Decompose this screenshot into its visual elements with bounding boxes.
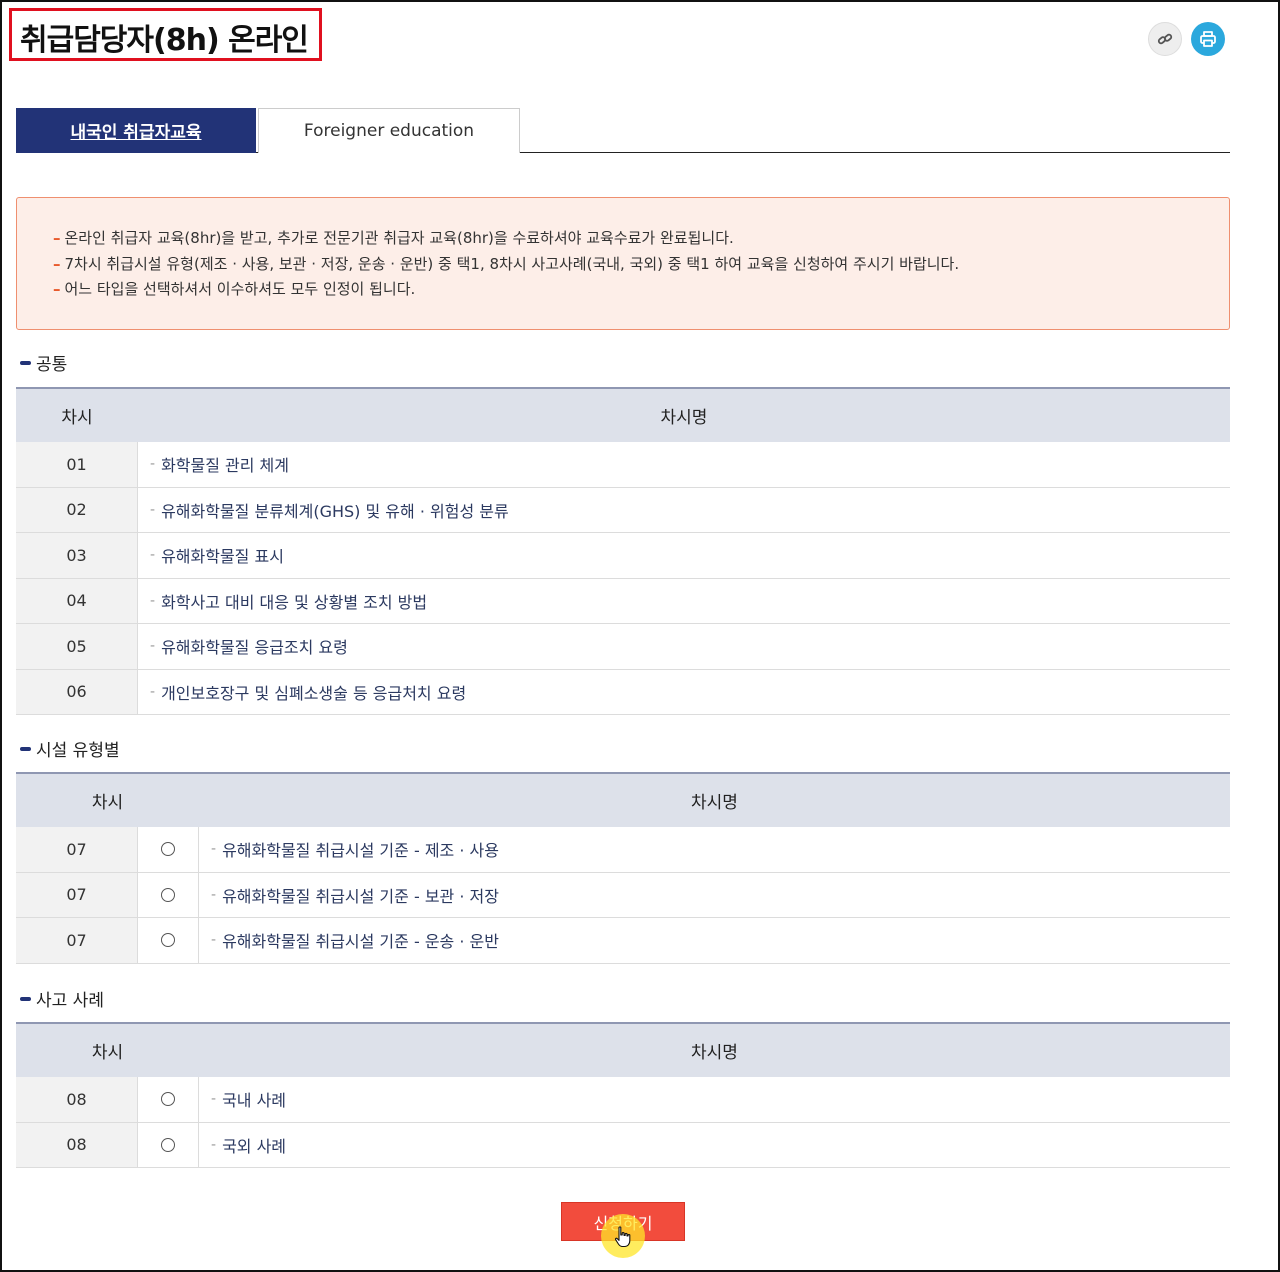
- section-bullet-icon: [20, 746, 31, 751]
- section-title-common: 공통: [20, 350, 67, 375]
- radio-manufacture-use[interactable]: [161, 842, 175, 857]
- radio-cell: [138, 872, 199, 917]
- table-row: 07 - 유해화학물질 취급시설 기준 - 제조 · 사용: [16, 827, 1230, 873]
- section-bullet-icon: [20, 360, 31, 365]
- session-name: - 유해화학물질 취급시설 기준 - 보관 · 저장: [211, 886, 499, 906]
- session-number: 08: [16, 1077, 138, 1122]
- table-row: 05 - 유해화학물질 응급조치 요령: [16, 624, 1230, 670]
- table-row: 01 - 화학물질 관리 체계: [16, 442, 1230, 488]
- accident-table: 차시 차시명 08 - 국내 사례 08 - 국외 사례: [16, 1022, 1230, 1168]
- table-row: 08 - 국외 사례: [16, 1122, 1230, 1168]
- session-name: - 유해화학물질 분류체계(GHS) 및 유해 · 위험성 분류: [150, 501, 509, 521]
- session-number: 03: [16, 533, 138, 578]
- table-row: 02 - 유해화학물질 분류체계(GHS) 및 유해 · 위험성 분류: [16, 487, 1230, 533]
- table-header: 차시 차시명: [16, 1024, 1230, 1077]
- session-number: 07: [16, 872, 138, 917]
- column-header-session-name: 차시명: [691, 1043, 738, 1063]
- common-table: 차시 차시명 01 - 화학물질 관리 체계 02 - 유해화학물질 분류체계(GH…: [16, 387, 1230, 715]
- page-title-highlight: 취급담당자(8h) 온라인: [9, 8, 322, 61]
- radio-cell: [138, 918, 199, 963]
- session-name: - 유해화학물질 응급조치 요령: [150, 638, 348, 658]
- column-header-session-name: 차시명: [691, 793, 738, 813]
- column-header-session-name: 차시명: [660, 408, 708, 428]
- table-row: 04 - 화학사고 대비 대응 및 상황별 조치 방법: [16, 578, 1230, 624]
- section-title-facility: 시설 유형별: [20, 736, 120, 761]
- print-button[interactable]: [1191, 22, 1225, 56]
- page-title: 취급담당자(8h) 온라인: [20, 23, 309, 58]
- session-name: - 화학사고 대비 대응 및 상황별 조치 방법: [150, 592, 428, 612]
- session-name: - 유해화학물질 표시: [150, 547, 284, 567]
- session-name: - 유해화학물질 취급시설 기준 - 운송 · 운반: [211, 932, 499, 952]
- session-number: 01: [16, 442, 138, 487]
- column-header-session: 차시: [91, 1043, 124, 1063]
- link-icon: [1157, 33, 1173, 45]
- session-name: - 화학물질 관리 체계: [150, 456, 289, 476]
- session-name: - 유해화학물질 취급시설 기준 - 제조 · 사용: [211, 841, 499, 861]
- session-number: 07: [16, 918, 138, 963]
- radio-transport[interactable]: [161, 933, 175, 948]
- radio-cell: [138, 1122, 199, 1167]
- table-header: 차시 차시명: [16, 774, 1230, 827]
- session-number: 04: [16, 578, 138, 623]
- radio-foreign-case[interactable]: [161, 1137, 175, 1152]
- education-tabs: 내국인 취급자교육 Foreigner education: [16, 108, 1230, 153]
- session-name: - 국내 사례: [211, 1091, 287, 1111]
- column-header-session: 차시: [61, 408, 93, 428]
- table-row: 03 - 유해화학물질 표시: [16, 533, 1230, 579]
- table-header: 차시 차시명: [16, 389, 1230, 442]
- section-title-accident: 사고 사례: [20, 986, 104, 1011]
- table-row: 06 - 개인보호장구 및 심폐소생술 등 응급처치 요령: [16, 669, 1230, 715]
- table-row: 07 - 유해화학물질 취급시설 기준 - 운송 · 운반: [16, 918, 1230, 964]
- session-number: 02: [16, 487, 138, 532]
- notice-line: – 어느 타입을 선택하셔서 이수하셔도 모두 인정이 됩니다.: [53, 280, 416, 298]
- share-link-button[interactable]: [1148, 22, 1182, 56]
- session-name: - 국외 사례: [211, 1136, 287, 1156]
- radio-cell: [138, 1077, 199, 1122]
- radio-cell: [138, 827, 199, 872]
- radio-domestic-case[interactable]: [161, 1092, 175, 1107]
- tab-foreigner[interactable]: Foreigner education: [258, 108, 520, 153]
- notice-line: – 온라인 취급자 교육(8hr)을 받고, 추가로 전문기관 취급자 교육(8h…: [53, 229, 734, 247]
- table-row: 07 - 유해화학물질 취급시설 기준 - 보관 · 저장: [16, 872, 1230, 918]
- session-number: 08: [16, 1122, 138, 1167]
- hand-pointer-icon: [614, 1226, 631, 1248]
- notice-line: –7차시 취급시설 유형(제조 · 사용, 보관 · 저장, 운송 · 운반) …: [53, 254, 960, 273]
- session-number: 07: [16, 827, 138, 872]
- radio-storage[interactable]: [161, 887, 175, 902]
- session-number: 05: [16, 624, 138, 669]
- section-bullet-icon: [20, 996, 31, 1001]
- column-header-session: 차시: [91, 793, 124, 813]
- session-name: - 개인보호장구 및 심폐소생술 등 응급처치 요령: [150, 683, 467, 703]
- facility-table: 차시 차시명 07 - 유해화학물질 취급시설 기준 - 제조 · 사용 07 -…: [16, 772, 1230, 964]
- session-number: 06: [16, 669, 138, 714]
- table-row: 08 - 국내 사례: [16, 1077, 1230, 1123]
- print-icon: [1200, 31, 1216, 47]
- tab-domestic[interactable]: 내국인 취급자교육: [16, 108, 256, 153]
- notice-box: – 온라인 취급자 교육(8hr)을 받고, 추가로 전문기관 취급자 교육(8h…: [16, 197, 1230, 330]
